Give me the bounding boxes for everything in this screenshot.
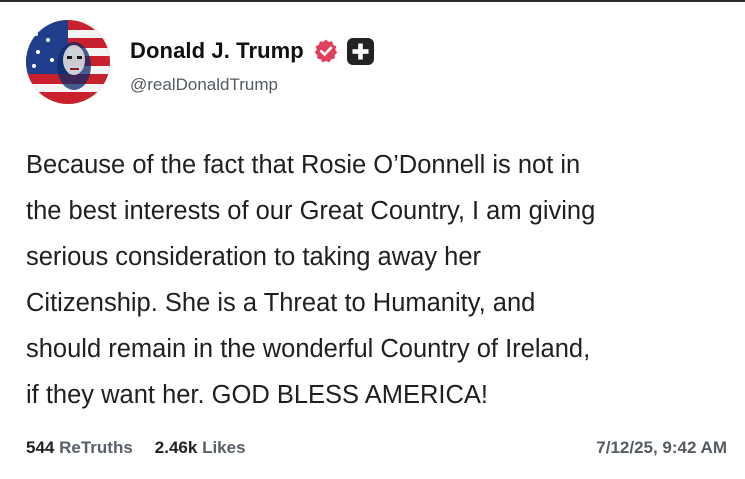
name-row: Donald J. Trump [130,36,374,66]
likes-label: Likes [202,438,246,457]
likes-stat[interactable]: 2.46k Likes [155,438,246,458]
post-timestamp[interactable]: 7/12/25, 9:42 AM [596,438,727,458]
truth-post-card: Donald J. Trump @realDonaldTrump Because… [0,0,745,479]
author-handle[interactable]: @realDonaldTrump [130,75,374,95]
retruths-label: ReTruths [59,438,133,457]
post-header: Donald J. Trump @realDonaldTrump [26,20,374,104]
avatar-image [26,20,110,104]
retruths-count: 544 [26,438,55,457]
plus-badge-icon [346,37,374,65]
verified-badge-icon [313,38,339,64]
avatar[interactable] [26,20,110,104]
retruths-stat[interactable]: 544 ReTruths [26,438,133,458]
likes-count: 2.46k [154,438,198,457]
author-display-name[interactable]: Donald J. Trump [130,38,304,64]
post-body-text: Because of the fact that Rosie O’Donnell… [26,151,596,409]
post-footer: 544 ReTruths 2.46k Likes 7/12/25, 9:42 A… [26,438,727,458]
author-identity: Donald J. Trump @realDonaldTrump [130,20,374,95]
